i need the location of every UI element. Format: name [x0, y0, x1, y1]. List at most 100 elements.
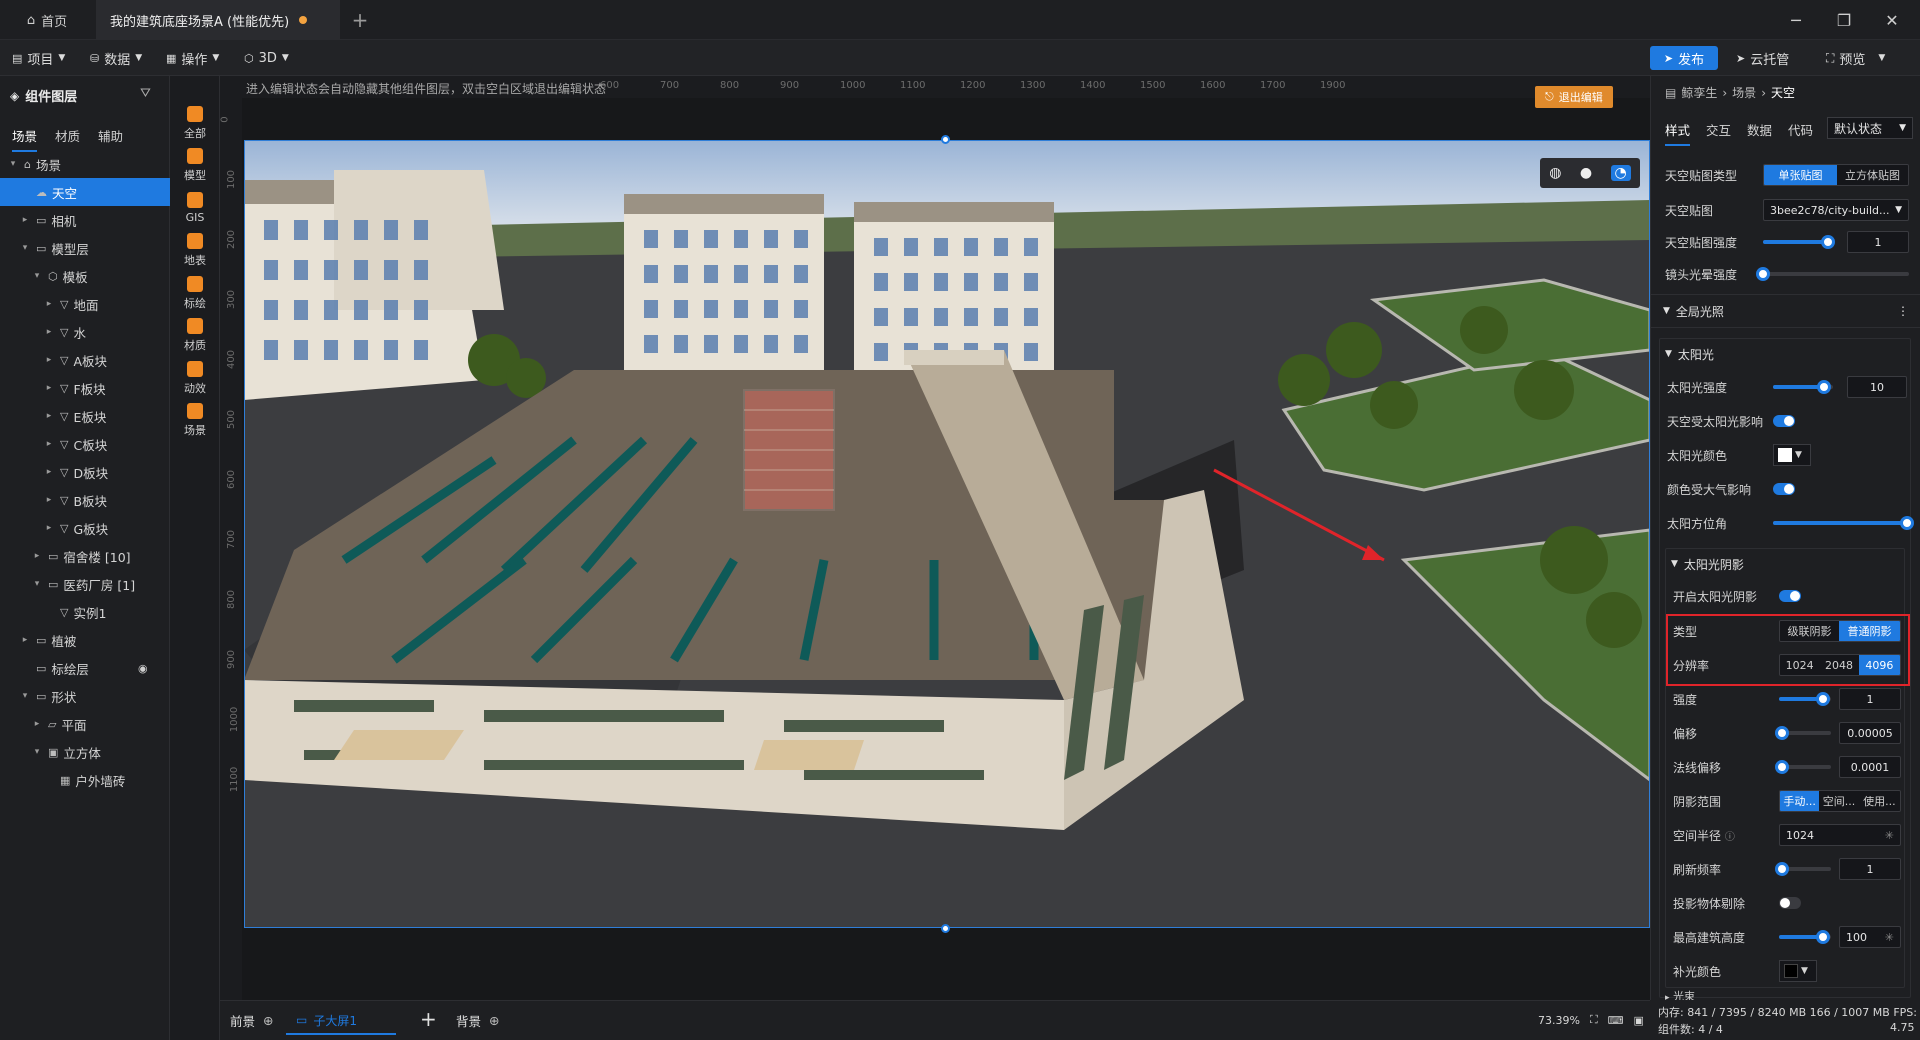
tree-item[interactable]: ▸ ▭ 宿舍楼 [10] — [0, 542, 170, 570]
chevron-right-icon[interactable]: ▸ — [44, 523, 54, 533]
breadcrumb-root[interactable]: 鲸孪生 — [1681, 84, 1717, 101]
resize-handle-top[interactable] — [941, 135, 950, 144]
tree-item[interactable]: ▽ 实例1 — [0, 598, 170, 626]
tree-item[interactable]: ▾ ⌂ 场景 — [0, 150, 170, 178]
fill-color-picker[interactable]: ▼ — [1779, 960, 1817, 982]
shadow-enable-toggle[interactable] — [1779, 590, 1801, 602]
chevron-down-icon[interactable]: ▾ — [20, 243, 30, 253]
resolution-2048[interactable]: 2048 — [1819, 655, 1859, 675]
bias-slider[interactable] — [1774, 726, 1831, 740]
tree-item[interactable]: ▾ ▭ 形状 — [0, 682, 170, 710]
chevron-right-icon[interactable]: ▸ — [20, 215, 30, 225]
sphere-icon[interactable]: ● — [1580, 165, 1592, 181]
add-screen-button[interactable]: + — [420, 1007, 437, 1031]
state-select[interactable]: 默认状态 ▼ — [1827, 117, 1913, 139]
sun-intensity-input[interactable]: 10 — [1847, 376, 1907, 398]
strength-input[interactable]: 1 — [1839, 688, 1901, 710]
chevron-right-icon[interactable]: ▸ — [44, 383, 54, 393]
azimuth-slider[interactable] — [1773, 516, 1914, 530]
screen-tab[interactable]: ▭ 子大屏1 — [286, 1007, 396, 1035]
tab-scene[interactable]: 场景 — [12, 126, 38, 152]
shadow-type-normal[interactable]: 普通阴影 — [1839, 621, 1900, 641]
chevron-right-icon[interactable]: ▸ — [32, 551, 42, 561]
tree-item[interactable]: ▸ ▽ B板块 — [0, 486, 170, 514]
atmosphere-toggle[interactable] — [1773, 483, 1795, 495]
preview-button[interactable]: ⛶ 预览 ▼ — [1826, 48, 1885, 68]
publish-button[interactable]: ➤ 发布 — [1650, 46, 1718, 70]
space-radius-input[interactable]: 1024 ✳ — [1779, 824, 1901, 846]
sky-intensity-slider[interactable] — [1763, 235, 1835, 249]
shadow-range-manual[interactable]: 手动... — [1780, 791, 1820, 811]
refresh-slider[interactable] — [1774, 862, 1831, 876]
tab-home[interactable]: ⌂ 首页 — [0, 0, 94, 40]
tab-data[interactable]: 数据 — [1747, 120, 1772, 146]
cull-toggle[interactable] — [1779, 897, 1801, 909]
chevron-right-icon[interactable]: ▸ — [44, 467, 54, 477]
resize-handle-bottom[interactable] — [941, 924, 950, 933]
refresh-input[interactable]: 1 — [1839, 858, 1901, 880]
close-icon[interactable]: ✕ — [1868, 0, 1916, 40]
tree-item[interactable]: ▸ ▱ 平面 — [0, 710, 170, 738]
orbit-icon[interactable]: ◔ — [1610, 165, 1631, 181]
normal-bias-slider[interactable] — [1774, 760, 1831, 774]
breadcrumb-scene[interactable]: 场景 — [1732, 84, 1756, 101]
strength-slider[interactable] — [1779, 692, 1831, 706]
chevron-down-icon[interactable]: ▾ — [8, 159, 18, 169]
global-light-header[interactable]: ▼ 全局光照 ⋮ — [1651, 294, 1920, 328]
tab-code[interactable]: 代码 — [1788, 120, 1813, 146]
tree-item[interactable]: ▸ ▽ 水 — [0, 318, 170, 346]
sun-color-picker[interactable]: ▼ — [1773, 444, 1811, 466]
chevron-right-icon[interactable]: ▸ — [20, 635, 30, 645]
tab-style[interactable]: 样式 — [1665, 120, 1691, 146]
chevron-right-icon[interactable]: ▸ — [44, 495, 54, 505]
tree-item[interactable]: ▸ ▽ C板块 — [0, 430, 170, 458]
chevron-right-icon[interactable]: ▸ — [44, 299, 54, 309]
chevron-right-icon[interactable]: ▸ — [44, 411, 54, 421]
max-height-slider[interactable] — [1779, 930, 1831, 944]
restore-icon[interactable]: ❐ — [1820, 0, 1868, 40]
sun-header[interactable]: ▼ 太阳光 — [1659, 340, 1911, 368]
sky-by-sun-toggle[interactable] — [1773, 415, 1795, 427]
tree-item[interactable]: ▸ ▽ E板块 — [0, 402, 170, 430]
eye-hidden-icon[interactable]: ◉ — [138, 662, 148, 675]
tree-item[interactable]: ▸ ▽ A板块 — [0, 346, 170, 374]
chevron-right-icon[interactable]: ▸ — [44, 327, 54, 337]
tree-item[interactable]: ▦ 户外墙砖 — [0, 766, 170, 794]
terminal-icon[interactable]: ▣ — [1634, 1014, 1644, 1027]
tree-item[interactable]: ▸ ▽ F板块 — [0, 374, 170, 402]
menu-3d[interactable]: ⬡ 3D ▼ — [244, 48, 289, 68]
tree-item[interactable]: ▾ ⬡ 模板 — [0, 262, 170, 290]
chevron-down-icon[interactable]: ▾ — [32, 271, 42, 281]
add-tab-button[interactable]: + — [340, 0, 380, 40]
shadow-range-use[interactable]: 使用... — [1858, 791, 1900, 811]
tree-item[interactable]: ▾ ▣ 立方体 — [0, 738, 170, 766]
sun-intensity-slider[interactable] — [1773, 380, 1833, 394]
chevron-down-icon[interactable]: ▾ — [32, 747, 42, 757]
shadow-header[interactable]: ▼ 太阳光阴影 — [1665, 550, 1905, 578]
fit-screen-icon[interactable]: ⛶ — [1590, 1013, 1598, 1027]
exit-edit-button[interactable]: ⎋ 退出编辑 — [1535, 86, 1613, 108]
tree-item[interactable]: ▸ ▽ D板块 — [0, 458, 170, 486]
max-height-input[interactable]: 100 ✳ — [1839, 926, 1901, 948]
scene-viewport[interactable]: 600 700 800 900 1000 1100 1200 1300 1400 1500 1600… — [220, 76, 1650, 1000]
add-circle-icon[interactable]: ⊕ — [263, 1013, 273, 1028]
chevron-right-icon[interactable]: ▸ — [44, 439, 54, 449]
chevron-right-icon[interactable]: ▸ — [32, 719, 42, 729]
normal-bias-input[interactable]: 0.0001 — [1839, 756, 1901, 778]
shadow-range-space[interactable]: 空间... — [1819, 791, 1859, 811]
tab-interact[interactable]: 交互 — [1706, 120, 1731, 146]
bias-input[interactable]: 0.00005 — [1839, 722, 1901, 744]
tree-item[interactable]: ▸ ▽ 地面 — [0, 290, 170, 318]
cloud-hosting-button[interactable]: ➤ 云托管 — [1736, 48, 1789, 68]
more-icon[interactable]: ⋮ — [1897, 304, 1909, 318]
foreground-label[interactable]: 前景 — [230, 1011, 255, 1030]
sky-intensity-input[interactable]: 1 — [1847, 231, 1909, 253]
tab-material[interactable]: 材质 — [55, 126, 80, 152]
tree-item[interactable]: ▾ ▭ 医药厂房 [1] — [0, 570, 170, 598]
keyboard-icon[interactable]: ⌨ — [1608, 1014, 1624, 1027]
sky-type-cube[interactable]: 立方体贴图 — [1836, 165, 1908, 185]
tool-7[interactable]: 场景 — [170, 396, 220, 446]
tree-item[interactable]: ▸ ▭ 相机 — [0, 206, 170, 234]
resolution-4096[interactable]: 4096 — [1858, 655, 1900, 675]
filter-icon[interactable]: ⛛ — [140, 86, 151, 101]
